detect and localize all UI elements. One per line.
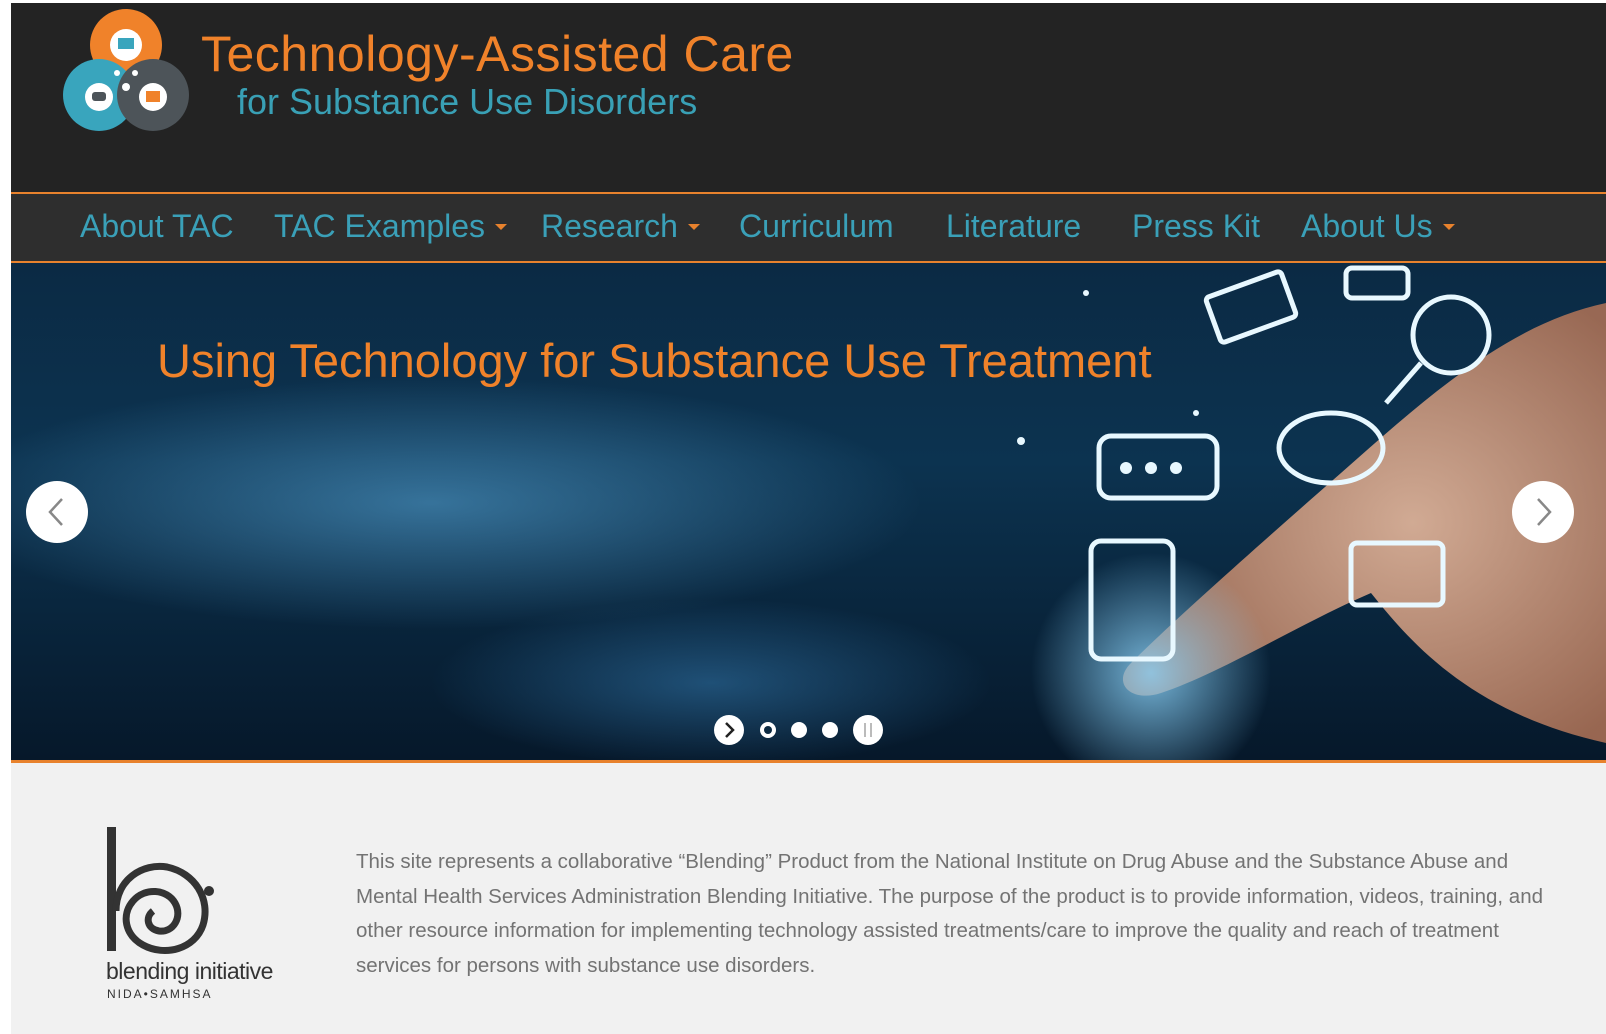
nav-curriculum[interactable]: Curriculum (739, 208, 894, 245)
nav-about-tac[interactable]: About TAC (80, 208, 234, 245)
carousel-indicators (714, 715, 894, 749)
carousel-dot-2[interactable] (791, 722, 807, 738)
nav-label: TAC Examples (274, 208, 486, 244)
blending-initiative-text: blending initiative (106, 958, 273, 984)
chevron-right-icon (1537, 498, 1552, 526)
carousel-dot-1[interactable] (760, 722, 776, 738)
pause-icon (864, 723, 872, 737)
site-subtitle: for Substance Use Disorders (237, 81, 698, 122)
nav-about-us[interactable]: About Us (1301, 208, 1455, 245)
main-nav: About TAC TAC Examples Research Curricul… (11, 192, 1606, 263)
chevron-left-icon (48, 498, 63, 526)
nav-label: About TAC (80, 208, 234, 244)
nav-label: Literature (946, 208, 1082, 244)
site-header: Technology-Assisted Care for Substance U… (11, 3, 1606, 192)
carousel-play-button[interactable] (714, 715, 744, 745)
nav-press-kit[interactable]: Press Kit (1132, 208, 1260, 245)
nav-research[interactable]: Research (541, 208, 700, 245)
hero-carousel: Using Technology for Substance Use Treat… (11, 263, 1606, 760)
nav-label: Press Kit (1132, 208, 1261, 244)
hero-title: Using Technology for Substance Use Treat… (157, 334, 1152, 387)
caret-down-icon (1442, 223, 1455, 230)
carousel-next-button[interactable] (1512, 481, 1574, 543)
intro-section: blending initiative NIDA•SAMHSA This sit… (11, 763, 1606, 1034)
caret-down-icon (687, 223, 700, 230)
nav-label: Research (541, 208, 678, 244)
site-description: This site represents a collaborative “Bl… (356, 850, 1543, 977)
carousel-dot-3[interactable] (822, 722, 838, 738)
site-title[interactable]: Technology-Assisted Care (201, 25, 794, 83)
blending-initiative-subtext: NIDA•SAMHSA (107, 987, 213, 1001)
nav-tac-examples[interactable]: TAC Examples (274, 208, 508, 245)
page-frame: Technology-Assisted Care for Substance U… (11, 3, 1606, 1034)
nav-label: Curriculum (739, 208, 894, 244)
chevron-right-icon (725, 722, 735, 738)
caret-down-icon (495, 223, 508, 230)
nav-label: About Us (1301, 208, 1433, 244)
tac-logo-icon[interactable] (61, 7, 191, 135)
carousel-prev-button[interactable] (26, 481, 88, 543)
carousel-pause-button[interactable] (853, 715, 883, 745)
nav-literature[interactable]: Literature (946, 208, 1081, 245)
